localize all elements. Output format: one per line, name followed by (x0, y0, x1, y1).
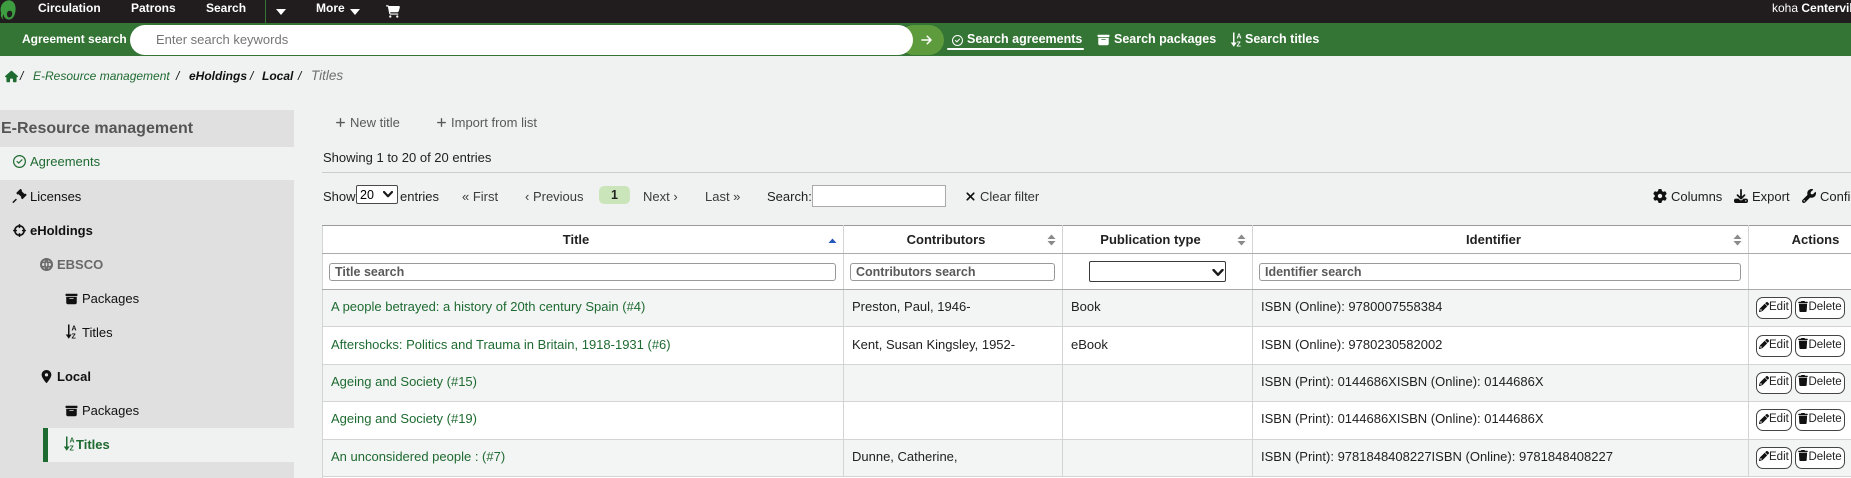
svg-text:Z: Z (71, 334, 76, 340)
svg-text:Z: Z (70, 446, 75, 452)
svg-text:A: A (70, 438, 75, 445)
svg-text:Z: Z (1237, 42, 1242, 48)
svg-text:A: A (1237, 34, 1242, 41)
svg-text:A: A (71, 326, 76, 333)
